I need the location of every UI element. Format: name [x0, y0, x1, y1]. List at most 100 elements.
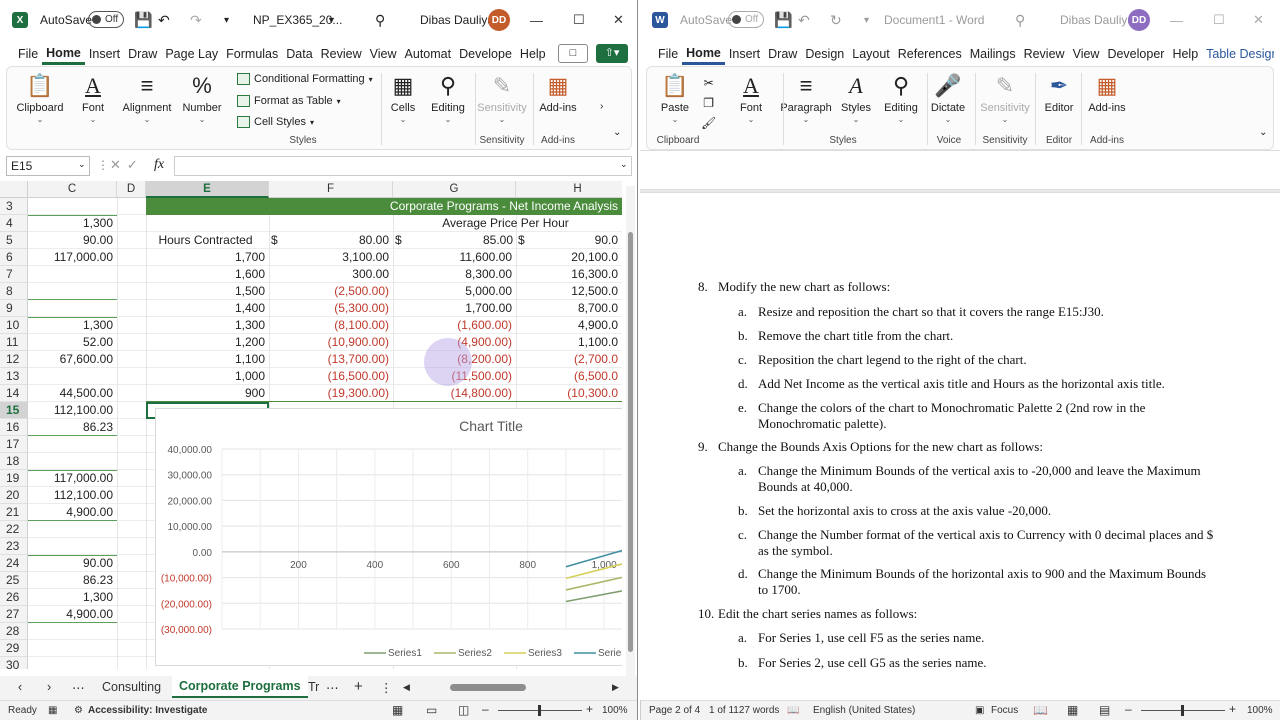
- excel-tab-help[interactable]: Help: [516, 43, 550, 65]
- row-header-27[interactable]: 27: [0, 606, 28, 623]
- normal-view-icon[interactable]: ▦: [392, 703, 403, 717]
- row-header-13[interactable]: 13: [0, 368, 28, 385]
- close-icon[interactable]: ✕: [613, 12, 624, 28]
- excel-tab-insert[interactable]: Insert: [85, 43, 124, 65]
- share-icon[interactable]: ⇧▾: [596, 44, 628, 63]
- number-button[interactable]: % Number ⌄: [179, 71, 225, 124]
- sheet-tab-corporate-programs[interactable]: Corporate Programs: [172, 676, 308, 698]
- sheet-tab-consulting[interactable]: Consulting: [102, 680, 161, 694]
- undo-icon[interactable]: ↶: [158, 12, 170, 29]
- sheet-next-icon[interactable]: ›: [47, 680, 51, 694]
- word-sensitivity-button[interactable]: ✎ Sensitivity ⌄: [977, 71, 1033, 124]
- row-header-8[interactable]: 8: [0, 283, 28, 300]
- cell-c19[interactable]: 117,000.00: [28, 470, 117, 487]
- word-close-icon[interactable]: ✕: [1253, 12, 1264, 28]
- status-language[interactable]: English (United States): [813, 705, 915, 716]
- sheet-prev-icon[interactable]: ‹: [18, 680, 22, 694]
- zoom-slider[interactable]: [498, 705, 582, 716]
- excel-tab-develope[interactable]: Develope: [455, 43, 516, 65]
- filename-chevron-icon[interactable]: ▼: [327, 15, 336, 25]
- row-header-3[interactable]: 3: [0, 198, 28, 215]
- copy-icon[interactable]: ❐: [701, 93, 716, 113]
- page-layout-view-icon[interactable]: ▭: [426, 703, 437, 717]
- column-header-f[interactable]: F: [269, 181, 393, 198]
- hours-contracted-label[interactable]: Hours Contracted: [146, 232, 269, 249]
- cell-e9[interactable]: 1,400: [146, 300, 269, 317]
- word-tab-home[interactable]: Home: [682, 43, 725, 65]
- macro-record-icon[interactable]: ▦: [48, 705, 57, 716]
- cell-f13[interactable]: (16,500.00): [269, 368, 393, 385]
- comments-icon[interactable]: □: [558, 44, 588, 63]
- word-font-button[interactable]: A Font ⌄: [729, 71, 773, 124]
- row-header-15[interactable]: 15: [0, 402, 28, 419]
- excel-tab-page-lay[interactable]: Page Lay: [161, 43, 222, 65]
- excel-tab-review[interactable]: Review: [317, 43, 366, 65]
- row-header-26[interactable]: 26: [0, 589, 28, 606]
- zoom-out-icon[interactable]: –: [482, 702, 489, 716]
- cell-g7[interactable]: 8,300.00: [393, 266, 516, 283]
- word-addins-button[interactable]: ▦ Add-ins: [1083, 71, 1131, 115]
- clipboard-button[interactable]: 📋 Clipboard ⌄: [13, 71, 67, 124]
- cell-e13[interactable]: 1,000: [146, 368, 269, 385]
- web-layout-icon[interactable]: ▤: [1099, 703, 1110, 717]
- cell-g14[interactable]: (14,800.00): [393, 385, 516, 402]
- cell-f8[interactable]: (2,500.00): [269, 283, 393, 300]
- word-customize-qat-icon[interactable]: ▾: [864, 15, 869, 26]
- row-header-17[interactable]: 17: [0, 436, 28, 453]
- sheet-more2-icon[interactable]: ⋯: [326, 680, 339, 695]
- document-page[interactable]: 8. Modify the new chart as follows: a. Resi…: [640, 192, 1280, 700]
- hscroll-right-icon[interactable]: ▶: [612, 682, 619, 693]
- redo-icon[interactable]: ↷: [190, 12, 202, 29]
- cell-c5[interactable]: 90.00: [28, 232, 117, 249]
- word-zoom-slider-handle[interactable]: [1181, 705, 1184, 716]
- cell-e12[interactable]: 1,100: [146, 351, 269, 368]
- cell-h10[interactable]: 4,900.0: [516, 317, 622, 334]
- minimize-icon[interactable]: —: [530, 13, 543, 28]
- status-words[interactable]: 1 of 1127 words: [709, 705, 779, 716]
- word-zoom-level[interactable]: 100%: [1247, 705, 1273, 716]
- cell-c15[interactable]: 112,100.00: [28, 402, 117, 419]
- cell-h7[interactable]: 16,300.0: [516, 266, 622, 283]
- word-tab-help[interactable]: Help: [1168, 43, 1202, 65]
- sheet-tab-tr[interactable]: Tr: [308, 680, 319, 694]
- word-editing-button[interactable]: ⚲ Editing ⌄: [879, 71, 923, 124]
- alignment-button[interactable]: ≡ Alignment ⌄: [119, 71, 175, 124]
- word-tab-view[interactable]: View: [1069, 43, 1104, 65]
- cell-e8[interactable]: 1,500: [146, 283, 269, 300]
- customize-qat-icon[interactable]: ▾: [224, 15, 229, 26]
- cell-h6[interactable]: 20,100.0: [516, 249, 622, 266]
- excel-tab-formulas[interactable]: Formulas: [222, 43, 282, 65]
- hscroll-left-icon[interactable]: ◀: [403, 682, 410, 693]
- word-zoom-in-icon[interactable]: +: [1229, 702, 1236, 716]
- cell-g6[interactable]: 11,600.00: [393, 249, 516, 266]
- price-h5[interactable]: 90.0: [516, 232, 622, 249]
- embedded-chart[interactable]: Chart Title 40,000.00 30,000.00 20,000.00 10…: [155, 408, 622, 666]
- cell-g9[interactable]: 1,700.00: [393, 300, 516, 317]
- cell-g10[interactable]: (1,600.00): [393, 317, 516, 334]
- legend-label-1[interactable]: Series1: [388, 648, 422, 659]
- cell-c16[interactable]: 86.23: [28, 419, 117, 436]
- row-header-12[interactable]: 12: [0, 351, 28, 368]
- row-header-29[interactable]: 29: [0, 640, 28, 657]
- add-sheet-icon[interactable]: +: [354, 678, 363, 695]
- cell-h12[interactable]: (2,700.0: [516, 351, 622, 368]
- word-redo-icon[interactable]: ↻: [830, 12, 842, 29]
- cell-h14[interactable]: (10,300.0: [516, 385, 622, 402]
- excel-tab-data[interactable]: Data: [282, 43, 316, 65]
- sheet-menu-icon[interactable]: ⋮: [380, 680, 393, 695]
- cut-icon[interactable]: ✂: [701, 73, 716, 93]
- column-header-e[interactable]: E: [146, 181, 269, 198]
- cells-button[interactable]: ▦ Cells ⌄: [385, 71, 421, 124]
- editing-button[interactable]: ⚲ Editing ⌄: [427, 71, 469, 124]
- row-header-11[interactable]: 11: [0, 334, 28, 351]
- addins-button[interactable]: ▦ Add-ins: [535, 71, 581, 115]
- row-header-28[interactable]: 28: [0, 623, 28, 640]
- cell-f11[interactable]: (10,900.00): [269, 334, 393, 351]
- word-tab-layout[interactable]: Layout: [848, 43, 894, 65]
- cell-c14[interactable]: 44,500.00: [28, 385, 117, 402]
- price-g5[interactable]: 85.00: [393, 232, 517, 249]
- row-header-18[interactable]: 18: [0, 453, 28, 470]
- cell-h13[interactable]: (6,500.0: [516, 368, 622, 385]
- read-mode-icon[interactable]: 📖: [1033, 703, 1048, 717]
- row-header-22[interactable]: 22: [0, 521, 28, 538]
